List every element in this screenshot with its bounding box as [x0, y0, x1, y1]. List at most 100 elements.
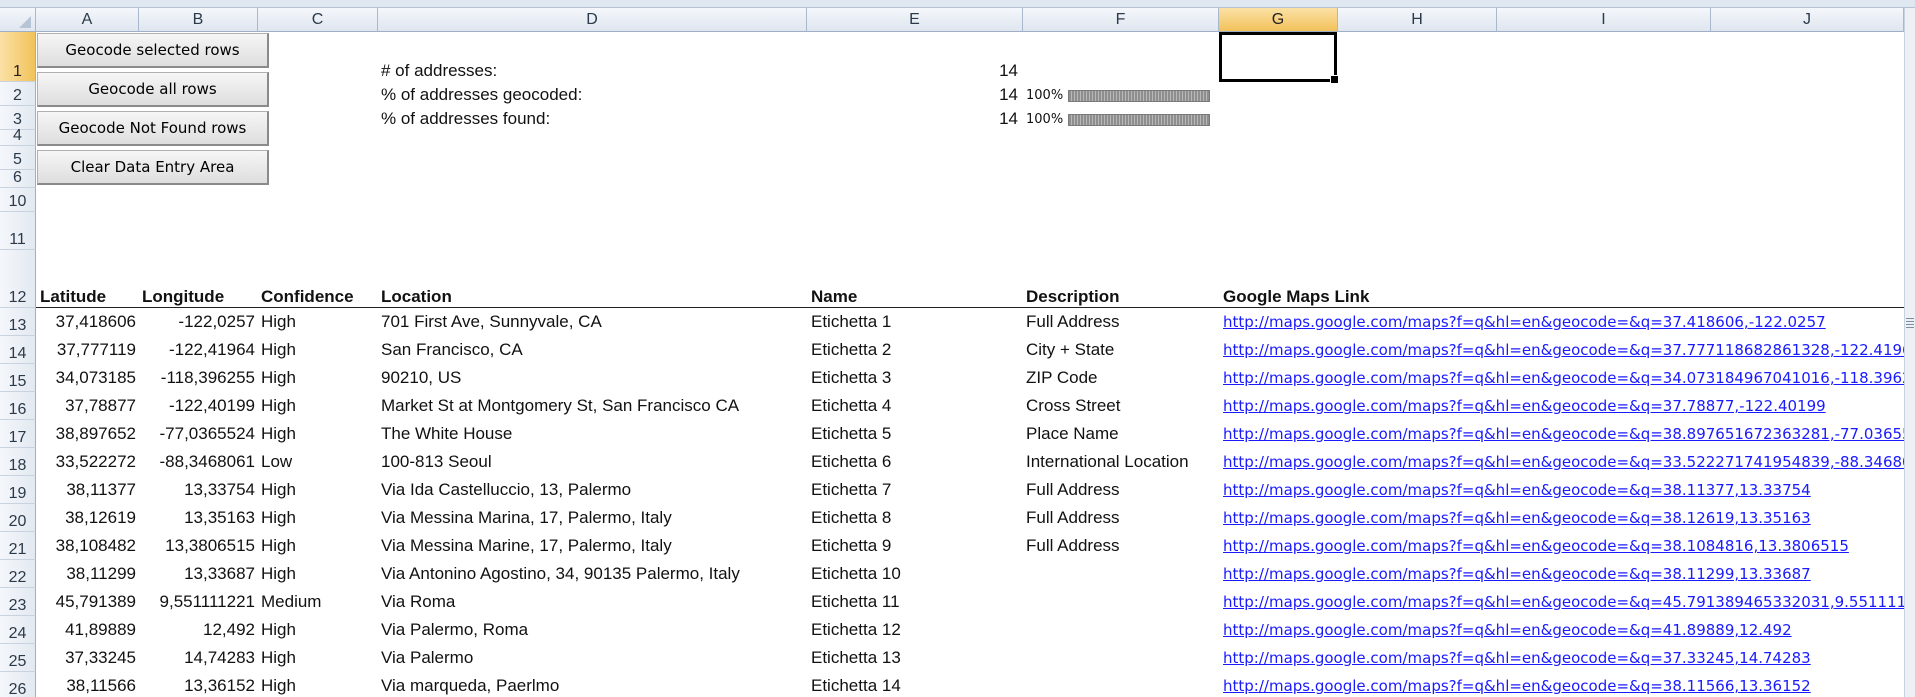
google-maps-link[interactable]: http://maps.google.com/maps?f=q&hl=en&ge… — [1223, 535, 1849, 557]
row-number-label: 2 — [13, 87, 22, 104]
google-maps-link[interactable]: http://maps.google.com/maps?f=q&hl=en&ge… — [1223, 479, 1811, 501]
google-maps-link[interactable]: http://maps.google.com/maps?f=q&hl=en&ge… — [1223, 339, 1915, 361]
row-header-22[interactable]: 22 — [0, 560, 36, 588]
location-cell: The White House — [381, 424, 513, 443]
column-header-g[interactable]: G — [1219, 8, 1338, 32]
geocode-not-found-rows-button[interactable]: Geocode Not Found rows — [37, 111, 269, 146]
row-number-label: 10 — [8, 193, 27, 210]
name-cell: Etichetta 13 — [811, 648, 901, 667]
google-maps-link[interactable]: http://maps.google.com/maps?f=q&hl=en&ge… — [1223, 311, 1826, 333]
google-maps-link[interactable]: http://maps.google.com/maps?f=q&hl=en&ge… — [1223, 395, 1826, 417]
latitude-cell: 38,12619 — [65, 508, 136, 527]
header-longitude: Longitude — [142, 287, 225, 306]
google-maps-link[interactable]: http://maps.google.com/maps?f=q&hl=en&ge… — [1223, 563, 1811, 585]
description-cell: ZIP Code — [1026, 368, 1098, 387]
row-header-15[interactable]: 15 — [0, 364, 36, 392]
latitude-cell: 38,108482 — [55, 536, 136, 555]
column-header-f[interactable]: F — [1023, 8, 1219, 32]
row-header-25[interactable]: 25 — [0, 644, 36, 672]
geocoded-progress-bar — [1068, 90, 1210, 102]
google-maps-link[interactable]: http://maps.google.com/maps?f=q&hl=en&ge… — [1223, 675, 1811, 697]
row-number-label: 17 — [8, 429, 27, 446]
row-number-label: 26 — [8, 681, 27, 697]
row-number-label: 4 — [13, 127, 22, 144]
location-cell: Via Palermo, Roma — [381, 620, 529, 639]
column-header-e[interactable]: E — [807, 8, 1023, 32]
confidence-cell: Medium — [261, 592, 322, 611]
scroll-grip-icon[interactable] — [1906, 318, 1914, 328]
google-maps-link[interactable]: http://maps.google.com/maps?f=q&hl=en&ge… — [1223, 367, 1915, 389]
row-header-16[interactable]: 16 — [0, 392, 36, 420]
row-header-5[interactable]: 5 — [0, 146, 36, 170]
longitude-cell: 13,36152 — [184, 676, 255, 695]
column-header-c[interactable]: C — [258, 8, 378, 32]
row-header-21[interactable]: 21 — [0, 532, 36, 560]
confidence-cell: Low — [261, 452, 293, 471]
row-header-19[interactable]: 19 — [0, 476, 36, 504]
description-cell: Full Address — [1026, 536, 1120, 555]
row-number-label: 21 — [8, 541, 27, 558]
row-header-14[interactable]: 14 — [0, 336, 36, 364]
google-maps-link[interactable]: http://maps.google.com/maps?f=q&hl=en&ge… — [1223, 451, 1912, 473]
confidence-cell: High — [261, 312, 296, 331]
confidence-cell: High — [261, 424, 296, 443]
longitude-cell: 13,3806515 — [165, 536, 255, 555]
active-cell-g1[interactable] — [1219, 32, 1339, 84]
name-cell: Etichetta 7 — [811, 480, 892, 499]
latitude-cell: 37,777119 — [56, 340, 136, 359]
row-number-label: 15 — [8, 373, 27, 390]
row-header-11[interactable]: 11 — [0, 212, 36, 250]
row-number-label: 24 — [8, 625, 27, 642]
vertical-scrollbar[interactable] — [1904, 8, 1915, 697]
column-header-i[interactable]: I — [1497, 8, 1711, 32]
column-header-b[interactable]: B — [139, 8, 258, 32]
longitude-cell: 9,551111221 — [159, 592, 255, 611]
spreadsheet: ABCDEFGHIJ 1 2 3 4 5 6 10 11 12 13 14 15 16 17 18 19 20 2… — [0, 0, 1915, 697]
row-header-1[interactable]: 1 — [0, 32, 36, 82]
column-header-d[interactable]: D — [378, 8, 807, 32]
confidence-cell: High — [261, 368, 296, 387]
description-cell: International Location — [1026, 452, 1189, 471]
header-description: Description — [1026, 287, 1120, 306]
column-header-j[interactable]: J — [1711, 8, 1904, 32]
row-header-26[interactable]: 26 — [0, 672, 36, 697]
longitude-cell: -88,3468061 — [159, 452, 255, 471]
clear-data-entry-area-button[interactable]: Clear Data Entry Area — [37, 150, 269, 185]
row-header-12[interactable]: 12 — [0, 250, 36, 308]
google-maps-link[interactable]: http://maps.google.com/maps?f=q&hl=en&ge… — [1223, 423, 1912, 445]
google-maps-link[interactable]: http://maps.google.com/maps?f=q&hl=en&ge… — [1223, 591, 1906, 613]
description-cell: Full Address — [1026, 480, 1120, 499]
location-cell: Via marqueda, Paerlmo — [381, 676, 560, 695]
confidence-cell: High — [261, 676, 296, 695]
longitude-cell: -118,396255 — [160, 368, 255, 387]
longitude-cell: -122,0257 — [178, 312, 255, 331]
row-header-13[interactable]: 13 — [0, 308, 36, 336]
latitude-cell: 38,11566 — [66, 676, 136, 695]
confidence-cell: High — [261, 536, 296, 555]
google-maps-link[interactable]: http://maps.google.com/maps?f=q&hl=en&ge… — [1223, 647, 1811, 669]
row-header-4[interactable]: 4 — [0, 127, 36, 146]
name-cell: Etichetta 1 — [811, 312, 892, 331]
row-header-6[interactable]: 6 — [0, 170, 36, 188]
row-header-10[interactable]: 10 — [0, 188, 36, 212]
row-header-18[interactable]: 18 — [0, 448, 36, 476]
longitude-cell: 12,492 — [203, 620, 255, 639]
column-header-h[interactable]: H — [1338, 8, 1497, 32]
row-header-2[interactable]: 2 — [0, 82, 36, 106]
column-header-a[interactable]: A — [36, 8, 139, 32]
longitude-cell: -122,40199 — [168, 396, 255, 415]
geocode-all-rows-button[interactable]: Geocode all rows — [37, 72, 269, 107]
select-all-corner[interactable] — [0, 8, 36, 32]
row-header-20[interactable]: 20 — [0, 504, 36, 532]
latitude-cell: 37,33245 — [65, 648, 136, 667]
addresses-count-label: # of addresses: — [381, 61, 498, 80]
geocode-selected-rows-button[interactable]: Geocode selected rows — [37, 33, 269, 68]
row-header-17[interactable]: 17 — [0, 420, 36, 448]
google-maps-link[interactable]: http://maps.google.com/maps?f=q&hl=en&ge… — [1223, 619, 1792, 641]
header-confidence: Confidence — [261, 287, 354, 306]
location-cell: Via Messina Marina, 17, Palermo, Italy — [381, 508, 672, 527]
google-maps-link[interactable]: http://maps.google.com/maps?f=q&hl=en&ge… — [1223, 507, 1811, 529]
row-header-24[interactable]: 24 — [0, 616, 36, 644]
latitude-cell: 38,11299 — [66, 564, 136, 583]
row-header-23[interactable]: 23 — [0, 588, 36, 616]
